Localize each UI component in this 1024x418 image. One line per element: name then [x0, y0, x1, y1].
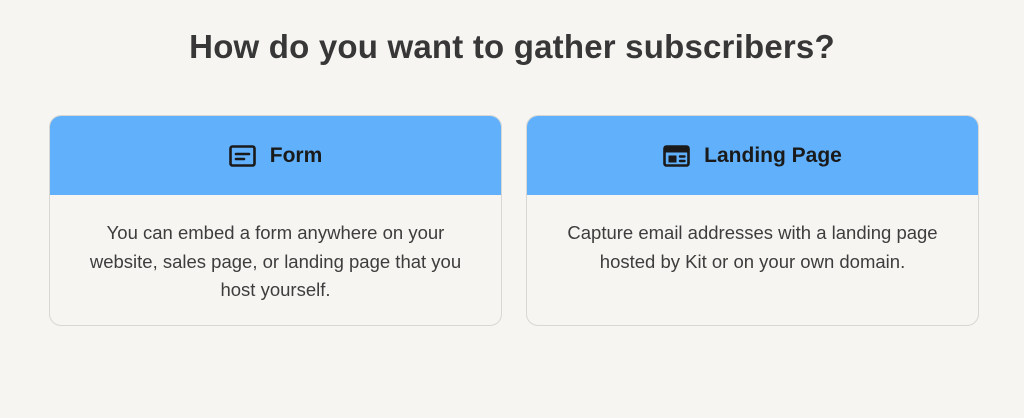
form-option-header[interactable]: Form [50, 116, 501, 195]
landing-page-option-header[interactable]: Landing Page [527, 116, 978, 195]
landing-page-option-title: Landing Page [704, 143, 842, 167]
landing-page-option-description: Capture email addresses with a landing p… [567, 222, 938, 272]
landing-page-icon [663, 144, 690, 167]
form-option-description: You can embed a form anywhere on your we… [89, 222, 462, 300]
form-icon [228, 144, 256, 167]
form-option-card[interactable]: Form You can embed a form anywhere on yo… [49, 115, 502, 326]
landing-page-option-card[interactable]: Landing Page Capture email addresses wit… [526, 115, 979, 326]
form-option-title: Form [269, 143, 323, 167]
gather-options: Form You can embed a form anywhere on yo… [49, 115, 979, 326]
page-title: How do you want to gather subscribers? [189, 28, 835, 65]
